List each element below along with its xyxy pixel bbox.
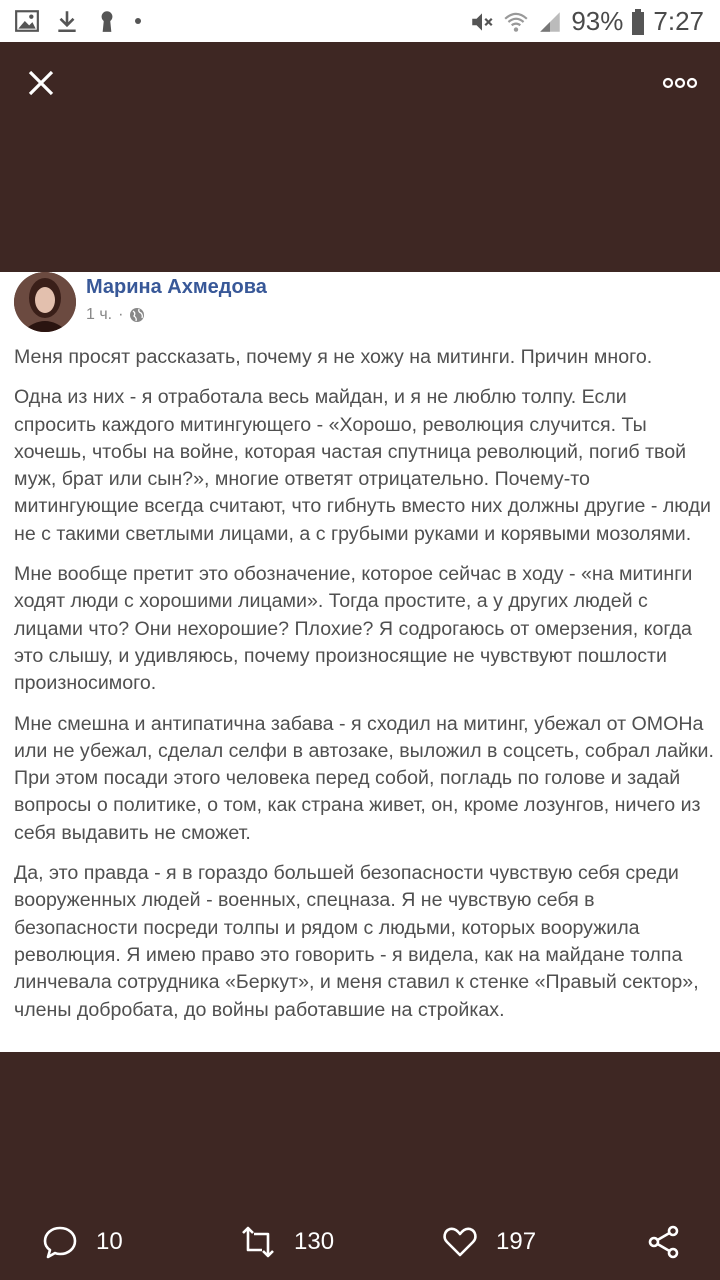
post-paragraph: Мне смешна и антипатична забава - я сход… bbox=[14, 712, 714, 844]
dot-icon bbox=[135, 18, 141, 24]
avatar-image bbox=[14, 272, 76, 332]
download-icon bbox=[58, 11, 76, 33]
post-paragraph: Одна из них - я отработала весь майдан, … bbox=[14, 386, 711, 545]
globe-icon bbox=[130, 308, 145, 322]
share-button[interactable] bbox=[646, 1224, 682, 1260]
close-icon bbox=[28, 70, 54, 96]
like-button[interactable]: 197 bbox=[442, 1224, 536, 1260]
retweet-icon bbox=[242, 1226, 274, 1258]
wifi-icon bbox=[504, 12, 528, 32]
signal-icon bbox=[540, 11, 561, 32]
author-name[interactable]: Марина Ахмедова bbox=[86, 276, 267, 299]
comment-button[interactable]: 10 bbox=[42, 1224, 123, 1260]
share-icon bbox=[648, 1225, 679, 1259]
clock: 7:27 bbox=[653, 6, 704, 36]
status-bar-left bbox=[14, 8, 142, 34]
actions-bar: 10 130 197 bbox=[0, 1210, 720, 1270]
battery-icon bbox=[632, 8, 645, 35]
comment-icon bbox=[43, 1226, 77, 1259]
post-time[interactable]: 1 ч. bbox=[86, 306, 112, 324]
retweet-button[interactable]: 130 bbox=[240, 1224, 334, 1260]
comment-count: 10 bbox=[96, 1228, 123, 1255]
post-card: Марина Ахмедова 1 ч. · Меня просят расск… bbox=[0, 272, 720, 1052]
avatar[interactable] bbox=[14, 272, 76, 332]
post-paragraph: Мне вообще претит это обозначение, котор… bbox=[14, 563, 693, 695]
keyhole-icon bbox=[101, 11, 113, 32]
image-icon bbox=[15, 10, 39, 32]
close-button[interactable] bbox=[22, 64, 62, 104]
status-bar-right: 93% 7:27 bbox=[469, 6, 704, 37]
post-body: Меня просят рассказать, почему я не хожу… bbox=[14, 344, 714, 1037]
heart-icon bbox=[443, 1227, 477, 1257]
viewer-header bbox=[0, 42, 720, 272]
retweet-count: 130 bbox=[294, 1228, 335, 1255]
like-count: 197 bbox=[496, 1228, 537, 1255]
post-meta: 1 ч. · bbox=[86, 306, 145, 324]
battery-percent: 93% bbox=[571, 6, 624, 36]
post-paragraph: Меня просят рассказать, почему я не хожу… bbox=[14, 346, 653, 368]
meta-separator: · bbox=[118, 306, 124, 323]
more-icon bbox=[662, 77, 698, 89]
post-paragraph: Да, это правда - я в гораздо большей без… bbox=[14, 862, 699, 1021]
mute-icon bbox=[472, 12, 493, 31]
more-options-button[interactable] bbox=[662, 68, 698, 98]
status-bar: 93% 7:27 bbox=[0, 0, 720, 42]
